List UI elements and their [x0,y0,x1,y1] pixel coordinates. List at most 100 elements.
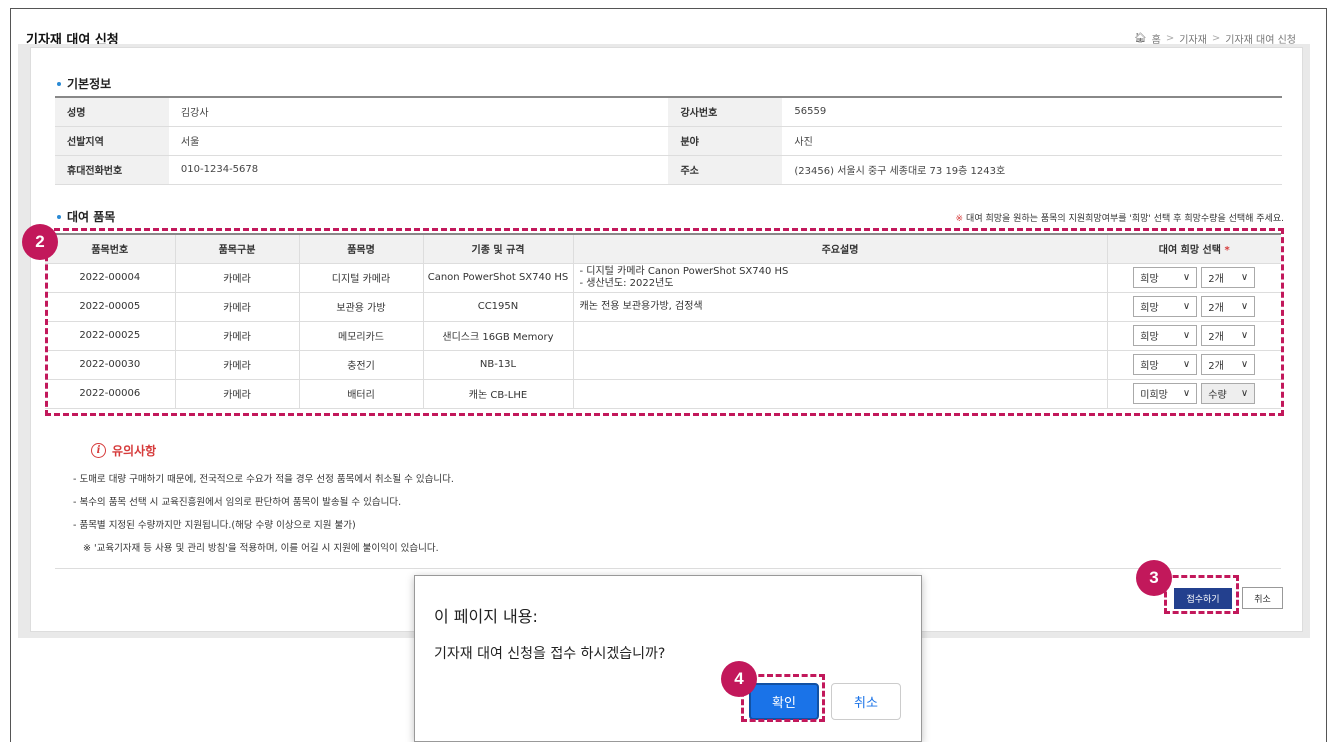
quantity-select[interactable]: 2개 ∨ [1201,325,1256,346]
table-row: 2022-00006 카메라 배터리 캐논 CB-LHE 미희망 ∨ 수량 ∨ [45,379,1281,409]
chevron-right-icon: > [1165,33,1175,44]
quantity-select[interactable]: 2개 ∨ [1201,354,1256,375]
submit-button[interactable]: 접수하기 [1174,588,1232,609]
label-region: 선발지역 [55,126,169,156]
bullet-icon [57,81,61,86]
cell-item-name: 디지털 카메라 [299,263,424,293]
cell-rental-choice: 희망 ∨ 2개 ∨ [1107,263,1281,293]
col-rental-choice: 대여 희망 선택 * [1107,233,1281,264]
cell-description [573,321,1108,351]
cell-item-name: 배터리 [299,379,424,409]
dialog-title: 이 페이지 내용: [434,607,538,626]
value-phone: 010-1234-5678 [168,155,669,185]
chevron-down-icon: ∨ [1182,301,1191,312]
quantity-select[interactable]: 수량 ∨ [1201,383,1256,404]
cell-description: 캐논 전용 보관용가방, 검정색 [573,292,1108,322]
cell-description [573,379,1108,409]
chevron-right-icon: > [1211,33,1221,44]
list-item: - 도매로 대량 구매하기 때문에, 전국적으로 수요가 적을 경우 선정 품목… [73,474,454,485]
col-description: 주요설명 [573,233,1108,264]
table-row: 2022-00025 카메라 메모리카드 샌디스크 16GB Memory 희망… [45,321,1281,351]
hope-select[interactable]: 미희망 ∨ [1133,383,1198,404]
cell-rental-choice: 미희망 ∨ 수량 ∨ [1107,379,1281,409]
chevron-down-icon: ∨ [1240,272,1249,283]
dialog-cancel-button[interactable]: 취소 [831,683,901,720]
cell-item-no: 2022-00005 [45,292,176,322]
table-row: 휴대전화번호 010-1234-5678 주소 (23456) 서울시 중구 세… [55,155,1282,185]
chevron-down-icon: ∨ [1240,301,1249,312]
table-row: 선발지역 서울 분야 사진 [55,126,1282,156]
label-phone: 휴대전화번호 [55,155,169,185]
chevron-down-icon: ∨ [1182,388,1191,399]
cell-model: CC195N [423,292,574,322]
cell-item-no: 2022-00030 [45,350,176,380]
list-item: - 품목별 지정된 수량까지만 지원됩니다.(해당 수량 이상으로 지원 불가) [73,520,356,531]
rental-notice: ※ 대여 희망을 원하는 품목의 지원희망여부를 '희망' 선택 후 희망수량을 … [955,214,1285,224]
value-instructor-no: 56559 [782,96,1282,127]
main-panel: 기본정보 성명 김강사 강사번호 56559 선발지역 서울 분야 사진 휴대전… [30,47,1303,632]
cell-rental-choice: 희망 ∨ 2개 ∨ [1107,321,1281,351]
label-name: 성명 [55,96,169,127]
cell-model: Canon PowerShot SX740 HS [423,263,574,293]
value-region: 서울 [168,126,669,156]
table-row: 2022-00005 카메라 보관용 가방 CC195N 캐논 전용 보관용가방… [45,292,1281,322]
info-icon: i [91,443,106,458]
cell-description: - 디지털 카메라 Canon PowerShot SX740 HS - 생산년도… [573,263,1108,293]
callout-badge-4: 4 [721,661,757,697]
chevron-down-icon: ∨ [1182,359,1191,370]
label-address: 주소 [668,155,783,185]
dialog-message: 기자재 대여 신청을 접수 하시겠습니까? [434,646,666,662]
hope-select[interactable]: 희망 ∨ [1133,267,1198,288]
cell-item-no: 2022-00004 [45,263,176,293]
chevron-down-icon: ∨ [1240,388,1249,399]
rental-items-title: 대여 품목 [57,208,115,225]
cell-item-name: 보관용 가방 [299,292,424,322]
hope-select[interactable]: 희망 ∨ [1133,354,1198,375]
col-item-name: 품목명 [299,233,424,264]
value-name: 김강사 [168,96,669,127]
cell-item-no: 2022-00025 [45,321,176,351]
chevron-down-icon: ∨ [1240,359,1249,370]
cell-model: 샌디스크 16GB Memory [423,321,574,351]
cell-rental-choice: 희망 ∨ 2개 ∨ [1107,292,1281,322]
cancel-button[interactable]: 취소 [1242,587,1283,609]
col-item-no: 품목번호 [45,233,176,264]
cell-item-no: 2022-00006 [45,379,176,409]
cell-category: 카메라 [175,379,300,409]
callout-badge-3: 3 [1136,560,1172,596]
cell-category: 카메라 [175,292,300,322]
value-address: (23456) 서울시 중구 세종대로 73 19층 1243호 [782,155,1282,185]
value-field: 사진 [782,126,1282,156]
caution-list: - 도매로 대량 구매하기 때문에, 전국적으로 수요가 적을 경우 선정 품목… [73,468,454,560]
dialog-ok-button[interactable]: 확인 [749,683,819,720]
hope-select[interactable]: 희망 ∨ [1133,296,1198,317]
table-row: 성명 김강사 강사번호 56559 [55,96,1282,127]
quantity-select[interactable]: 2개 ∨ [1201,267,1256,288]
cell-category: 카메라 [175,321,300,351]
caution-title: i 유의사항 [91,442,156,459]
cell-item-name: 충전기 [299,350,424,380]
quantity-select[interactable]: 2개 ∨ [1201,296,1256,317]
cell-item-name: 메모리카드 [299,321,424,351]
col-model: 기종 및 규격 [423,233,574,264]
rental-items-table: 품목번호 품목구분 품목명 기종 및 규격 주요설명 대여 희망 선택 * 20… [45,233,1281,409]
chevron-down-icon: ∨ [1182,272,1191,283]
cell-description [573,350,1108,380]
basic-info-table: 성명 김강사 강사번호 56559 선발지역 서울 분야 사진 휴대전화번호 0… [55,96,1282,185]
label-instructor-no: 강사번호 [668,96,783,127]
home-icon[interactable]: 🏠︎ [1134,33,1147,44]
divider [55,568,1281,569]
list-item: ※ '교육기자재 등 사용 및 관리 방침'을 적용하며, 이를 어길 시 지원… [83,543,439,554]
confirm-dialog: 이 페이지 내용: 기자재 대여 신청을 접수 하시겠습니까? 확인 취소 [414,575,922,742]
cell-category: 카메라 [175,350,300,380]
cell-rental-choice: 희망 ∨ 2개 ∨ [1107,350,1281,380]
col-category: 품목구분 [175,233,300,264]
list-item: - 복수의 품목 선택 시 교육진흥원에서 임의로 판단하여 품목이 발송될 수… [73,497,402,508]
label-field: 분야 [668,126,783,156]
callout-badge-2: 2 [22,224,58,260]
chevron-down-icon: ∨ [1182,330,1191,341]
table-row: 2022-00004 카메라 디지털 카메라 Canon PowerShot S… [45,263,1281,293]
bullet-icon [57,214,61,219]
chevron-down-icon: ∨ [1240,330,1249,341]
hope-select[interactable]: 희망 ∨ [1133,325,1198,346]
